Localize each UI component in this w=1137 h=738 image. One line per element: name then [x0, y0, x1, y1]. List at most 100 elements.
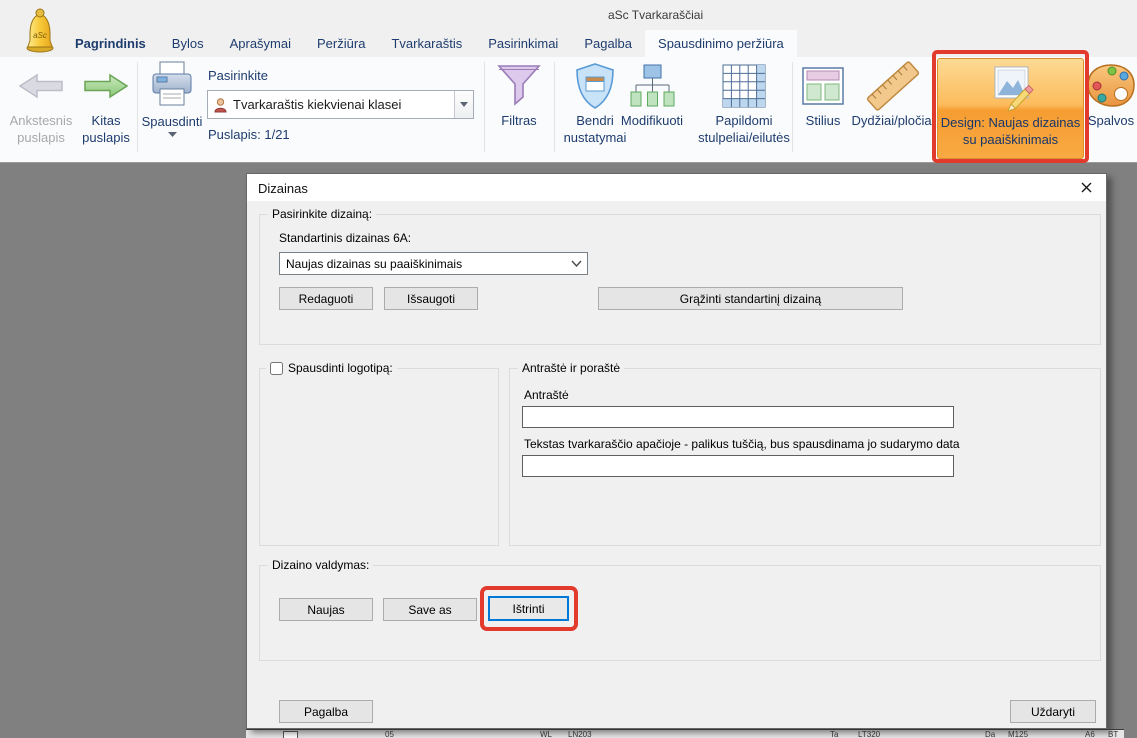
design-button-active[interactable]: Design: Naujas dizainas su paaiškinimais: [937, 58, 1084, 159]
ribbon-separator: [554, 62, 555, 152]
colors-button[interactable]: Spalvos: [1086, 60, 1136, 129]
footer-input[interactable]: [522, 455, 954, 477]
layout-style-icon: [801, 60, 845, 112]
print-label: Spausdinti: [142, 113, 203, 130]
page-indicator: Puslapis: 1/21: [208, 127, 290, 142]
timetable-text-fragment: Da: [985, 730, 995, 738]
ribbon-separator: [484, 62, 485, 152]
tab-spausdinimo-perziura[interactable]: Spausdinimo peržiūra: [645, 30, 797, 57]
timetable-cell: [283, 731, 298, 738]
close-dialog-button[interactable]: Uždaryti: [1010, 700, 1096, 723]
timetable-text-fragment: LN203: [568, 730, 592, 738]
logo-text: aSc: [33, 31, 47, 40]
tab-bylos[interactable]: Bylos: [159, 30, 217, 57]
ruler-icon: [863, 60, 923, 112]
previous-page-label: Ankstesnis puslapis: [6, 112, 76, 146]
timetable-text-fragment: BT: [1108, 730, 1118, 738]
header-label: Antraštė: [524, 388, 569, 402]
org-chart-icon: [628, 60, 676, 112]
shield-icon: [573, 60, 617, 112]
next-page-label: Kitas puslapis: [76, 112, 136, 146]
view-combobox-value: Tvarkaraštis kiekvienai klasei: [228, 97, 454, 112]
timetable-text-fragment: LT320: [858, 730, 880, 738]
palette-icon: [1086, 60, 1136, 112]
design-combobox[interactable]: Naujas dizainas su paaiškinimais: [279, 252, 588, 275]
tab-aprasymai[interactable]: Aprašymai: [217, 30, 304, 57]
timetable-text-fragment: A6: [1085, 730, 1095, 738]
timetable-text-fragment: Ta: [830, 730, 838, 738]
new-button[interactable]: Naujas: [279, 598, 373, 621]
title-bar: aSc Tvarkaraščiai: [0, 0, 1137, 30]
group-header-footer-legend: Antraštė ir poraštė: [518, 361, 624, 375]
header-input[interactable]: [522, 406, 954, 428]
modify-button[interactable]: Modifikuoti: [612, 60, 692, 129]
tab-tvarkarastis[interactable]: Tvarkaraštis: [378, 30, 475, 57]
extra-columns-rows-label: Papildomi stulpeliai/eilutės: [694, 112, 794, 146]
ribbon-separator: [792, 62, 793, 152]
class-person-icon: [213, 97, 228, 113]
dialog-title: Dizainas: [258, 181, 308, 196]
funnel-icon: [495, 60, 543, 112]
tab-perziura[interactable]: Peržiūra: [304, 30, 378, 57]
print-button[interactable]: Spausdinti: [140, 59, 204, 137]
chevron-down-icon: [565, 260, 587, 267]
design-label: Design: Naujas dizainas su paaiškinimais: [938, 114, 1083, 148]
print-logo-checkbox[interactable]: [270, 362, 283, 375]
filter-button[interactable]: Filtras: [489, 60, 549, 129]
print-logo-label: Spausdinti logotipą:: [288, 361, 393, 375]
edit-button[interactable]: Redaguoti: [279, 287, 373, 310]
group-print-logo: Spausdinti logotipą:: [259, 368, 499, 546]
ribbon-tab-bar: Pagrindinis Bylos Aprašymai Peržiūra Tva…: [0, 30, 1137, 57]
footer-label: Tekstas tvarkaraščio apačioje - palikus …: [524, 437, 960, 451]
sizes-widths-button[interactable]: Dydžiai/pločiai: [849, 60, 937, 129]
print-dropdown-caret-icon[interactable]: [168, 132, 177, 137]
save-button[interactable]: Išsaugoti: [384, 287, 478, 310]
filter-label: Filtras: [501, 112, 536, 129]
grid-table-icon: [721, 60, 767, 112]
tab-pagrindinis[interactable]: Pagrindinis: [62, 30, 159, 57]
tab-pasirinkimai[interactable]: Pasirinkimai: [475, 30, 571, 57]
style-label: Stilius: [806, 112, 841, 129]
help-button-label: Pagalba: [304, 705, 348, 719]
arrow-left-icon: [18, 60, 64, 112]
delete-button-label: Ištrinti: [512, 602, 544, 616]
sizes-widths-label: Dydžiai/pločiai: [851, 112, 934, 129]
printer-icon: [148, 59, 196, 113]
colors-label: Spalvos: [1088, 112, 1134, 129]
modify-label: Modifikuoti: [621, 112, 683, 129]
save-button-label: Išsaugoti: [407, 292, 455, 306]
dialog-close-icon[interactable]: [1075, 177, 1097, 197]
group-design-management-legend: Dizaino valdymas:: [268, 558, 373, 572]
app-window: aSc Tvarkaraščiai aSc Pagrindinis Bylos …: [0, 0, 1137, 738]
asc-bell-logo-icon[interactable]: aSc: [20, 7, 60, 55]
window-title: aSc Tvarkaraščiai: [608, 8, 703, 22]
restore-standard-design-button[interactable]: Grąžinti standartinį dizainą: [598, 287, 903, 310]
arrow-right-icon: [83, 60, 129, 112]
previous-page-button[interactable]: Ankstesnis puslapis: [6, 60, 76, 146]
dialog-title-bar[interactable]: Dizainas: [247, 174, 1106, 201]
timetable-text-fragment: 05: [385, 730, 394, 738]
tab-pagalba[interactable]: Pagalba: [571, 30, 645, 57]
standard-design-label: Standartinis dizainas 6A:: [279, 231, 411, 245]
edit-button-label: Redaguoti: [299, 292, 354, 306]
extra-columns-rows-button[interactable]: Papildomi stulpeliai/eilutės: [694, 60, 794, 146]
style-button[interactable]: Stilius: [796, 60, 850, 129]
group-select-design-legend: Pasirinkite dizainą:: [268, 207, 376, 221]
save-as-button-label: Save as: [408, 603, 451, 617]
new-button-label: Naujas: [307, 603, 344, 617]
timetable-preview-sliver: 05 WL LN203 Ta LT320 Da M125 A6 BT: [246, 729, 1124, 738]
view-combobox[interactable]: Tvarkaraštis kiekvienai klasei: [207, 90, 474, 119]
delete-button[interactable]: Ištrinti: [488, 596, 569, 621]
ribbon-separator: [137, 62, 138, 152]
design-combobox-value: Naujas dizainas su paaiškinimais: [280, 257, 565, 271]
timetable-text-fragment: WL: [540, 730, 552, 738]
view-combobox-dropdown-button[interactable]: [454, 91, 473, 118]
help-button[interactable]: Pagalba: [279, 700, 373, 723]
save-as-button[interactable]: Save as: [383, 598, 477, 621]
ribbon-toolbar: Ankstesnis puslapis Kitas puslapis: [0, 57, 1137, 163]
timetable-text-fragment: M125: [1008, 730, 1028, 738]
close-dialog-button-label: Uždaryti: [1031, 705, 1075, 719]
picture-pencil-icon: [986, 64, 1036, 114]
next-page-button[interactable]: Kitas puslapis: [76, 60, 136, 146]
design-dialog: Dizainas Pasirinkite dizainą: Standartin…: [246, 173, 1107, 729]
